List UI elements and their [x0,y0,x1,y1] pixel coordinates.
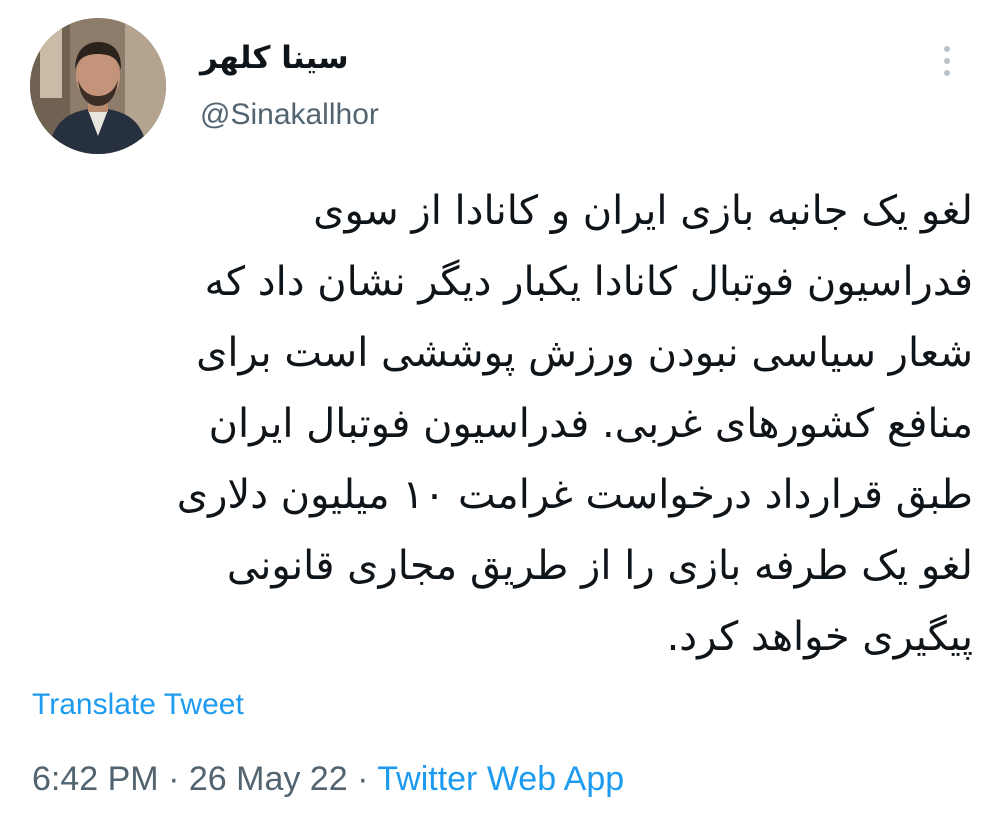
avatar[interactable] [30,18,166,154]
translate-tweet-link[interactable]: Translate Tweet [32,688,244,722]
tweet-text-line: پیگیری خواهد کرد. [666,614,973,660]
author-handle[interactable]: @Sinakallhor [200,98,379,132]
meta-separator: · [168,760,180,798]
tweet-date[interactable]: 26 May 22 [189,760,348,798]
tweet-text: لغو یک جانبه بازی ایران و کانادا از سوی … [30,176,973,673]
tweet-text-line: لغو یک جانبه بازی ایران و کانادا از سوی [313,188,973,234]
tweet-card: سینا کلهر @Sinakallhor لغو یک جانبه بازی… [0,0,1000,826]
profile-photo-icon [30,18,166,154]
tweet-text-line: طبق قرارداد درخواست غرامت ۱۰ میلیون دلار… [176,472,973,518]
tweet-text-line: فدراسیون فوتبال کانادا یکبار دیگر نشان د… [204,259,973,305]
tweet-source-link[interactable]: Twitter Web App [377,760,624,798]
tweet-meta: 6:42 PM · 26 May 22 · Twitter Web App [32,760,624,799]
tweet-time[interactable]: 6:42 PM [32,760,159,798]
tweet-text-line: منافع کشورهای غربی. فدراسیون فوتبال ایرا… [208,401,973,447]
tweet-text-line: شعار سیاسی نبودن ورزش پوششی است برای [196,330,973,376]
meta-separator: · [357,760,369,798]
more-options-button[interactable] [932,40,962,80]
tweet-text-line: لغو یک طرفه بازی را از طریق مجاری قانونی [226,543,973,589]
author-display-name[interactable]: سینا کلهر [200,40,349,76]
